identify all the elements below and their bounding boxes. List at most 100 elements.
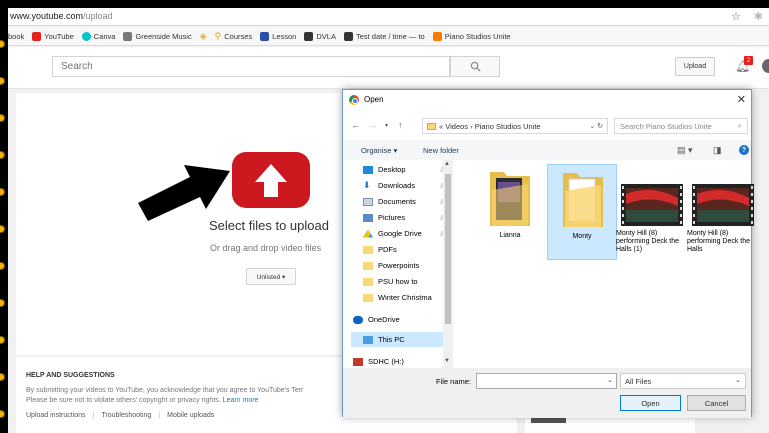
bookmark-label: book	[8, 31, 25, 41]
bookmark-test-date[interactable]: Test date / time — to	[343, 31, 425, 41]
url-host: www.youtube.com	[10, 11, 84, 21]
bookmark-piano-studios[interactable]: Piano Studios Unite	[432, 31, 511, 41]
chevron-down-icon[interactable]: ⌄	[607, 376, 613, 384]
learn-more-link[interactable]: Learn more	[223, 397, 259, 404]
address-bar[interactable]: www.youtube.com/upload ☆ ✱	[8, 8, 769, 26]
dvla-icon	[304, 31, 314, 41]
pc-icon	[363, 335, 373, 344]
chevron-down-icon: ⌄	[735, 377, 741, 384]
path-dropdown-icon[interactable]: ⌄ ↻	[589, 122, 603, 130]
organise-button[interactable]: Organise ▾	[361, 146, 397, 155]
youtube-header: Upload 🔔︎ 2	[8, 47, 769, 89]
browser-window: www.youtube.com/upload ☆ ✱ book YouTube …	[8, 8, 769, 433]
dvla-icon	[343, 31, 353, 41]
up-arrow-icon[interactable]: ↑	[398, 120, 403, 130]
file-name: Lianna	[499, 232, 521, 239]
tree-item-winter-christmas[interactable]: Winter Christma	[363, 290, 453, 305]
bookmark-label: Lesson	[272, 31, 297, 41]
mobile-uploads-link[interactable]: Mobile uploads	[167, 412, 214, 419]
view-options-icon[interactable]: ▤ ▾	[677, 145, 693, 156]
cancel-button[interactable]: Cancel	[687, 395, 746, 411]
tree-item-this-pc[interactable]: This PC	[351, 332, 451, 347]
new-folder-button[interactable]: New folder	[423, 146, 459, 155]
file-item-monty[interactable]: Monty	[547, 164, 617, 260]
folder-icon	[363, 277, 373, 286]
bookmark-label: Canva	[93, 31, 116, 41]
tree-item-onedrive[interactable]: OneDrive	[353, 312, 443, 327]
search-box[interactable]	[52, 56, 450, 77]
close-icon[interactable]: ✕	[737, 93, 746, 106]
tree-item-google-drive[interactable]: Google Drive📌︎	[363, 226, 453, 241]
tree-item-pdfs[interactable]: PDFs	[363, 242, 453, 257]
upload-button[interactable]: Upload	[675, 57, 715, 76]
google-drive-icon	[363, 229, 373, 238]
folder-icon	[563, 173, 603, 227]
drag-drop-text: Or drag and drop video files	[210, 243, 322, 253]
onedrive-icon	[353, 315, 363, 324]
document-icon	[363, 197, 373, 206]
troubleshooting-link[interactable]: Troubleshooting	[101, 412, 151, 419]
file-type-select[interactable]: All Files ⌄	[620, 373, 746, 389]
tree-item-powerpoints[interactable]: Powerpoints	[363, 258, 453, 273]
search-input[interactable]	[53, 57, 449, 76]
folder-icon	[490, 172, 530, 226]
bookmark-greenside[interactable]: Greenside Music	[123, 31, 192, 41]
youtube-icon	[32, 31, 42, 41]
tree-item-psu-how-to[interactable]: PSU how to	[363, 274, 453, 289]
dialog-search-placeholder: Search Piano Studios Unite	[620, 121, 712, 131]
back-arrow-icon[interactable]: ←	[351, 120, 360, 130]
separator: |	[158, 412, 161, 419]
file-name-label: File name:	[436, 377, 472, 386]
url-text[interactable]: www.youtube.com/upload	[10, 11, 113, 21]
path-bar[interactable]: « Videos › Piano Studios Unite ⌄ ↻	[422, 118, 608, 134]
tree-item-sdhc[interactable]: SDHC (H:)	[353, 354, 443, 369]
file-name: Monty Hill (8) performing Deck the Halls…	[616, 230, 680, 253]
search-button[interactable]	[450, 56, 500, 77]
video-thumbnail-icon	[621, 184, 683, 226]
scroll-thumb[interactable]	[445, 174, 451, 324]
bookmark-lesson[interactable]: Lesson	[260, 31, 297, 41]
upload-instructions-link[interactable]: Upload instructions	[26, 412, 86, 419]
tree-label: Documents	[378, 197, 416, 206]
bookmark-dvla[interactable]: DVLA	[304, 31, 336, 41]
tree-item-downloads[interactable]: ⬇Downloads📌︎	[363, 178, 453, 193]
bookmark-youtube[interactable]: YouTube	[32, 31, 74, 41]
lesson-icon	[260, 31, 270, 41]
open-button[interactable]: Open	[620, 395, 681, 411]
pointer-arrow-icon	[138, 165, 230, 221]
bookmark-courses[interactable]: ⚲ Courses	[215, 31, 253, 42]
tree-item-documents[interactable]: Documents📌︎	[363, 194, 453, 209]
sd-card-icon	[353, 357, 363, 366]
tree-scrollbar[interactable]: ▲ ▼	[443, 160, 453, 368]
scroll-down-icon[interactable]: ▼	[444, 358, 450, 364]
file-item-lianna[interactable]: Lianna	[475, 164, 545, 260]
tree-item-pictures[interactable]: Pictures📌︎	[363, 210, 453, 225]
file-name-input[interactable]: ⌄	[476, 373, 617, 389]
tree-item-desktop[interactable]: Desktop📌︎	[363, 162, 453, 177]
dialog-toolbar: Organise ▾ New folder ▤ ▾ ◨ ?	[343, 140, 751, 160]
privacy-dropdown[interactable]: Unlisted ▾	[246, 268, 296, 285]
bookmark-star-icon[interactable]: ☆	[731, 10, 741, 23]
bookmark-eye[interactable]: ◈	[200, 31, 207, 42]
dialog-footer: File name: ⌄ All Files ⌄ Open Cancel	[343, 368, 751, 418]
bookmark-0[interactable]: book	[8, 32, 24, 41]
file-item-video-2[interactable]: Monty Hill (8) performing Deck the Halls	[687, 164, 759, 260]
dialog-search-input[interactable]: Search Piano Studios Unite ⌕	[614, 118, 748, 134]
scroll-up-icon[interactable]: ▲	[444, 161, 450, 167]
notification-badge: 2	[744, 56, 753, 65]
folder-icon	[427, 122, 436, 130]
preview-pane-icon[interactable]: ◨	[713, 145, 722, 156]
avatar[interactable]	[762, 59, 769, 73]
help-icon[interactable]: ?	[739, 145, 749, 155]
forward-arrow-icon[interactable]: →	[368, 120, 377, 130]
bookmark-label: Courses	[224, 31, 253, 41]
bookmark-label: Piano Studios Unite	[444, 31, 511, 41]
file-item-video-1[interactable]: Monty Hill (8) performing Deck the Halls…	[616, 164, 688, 260]
help-text-line2: Please be sure not to violate others' co…	[26, 397, 223, 404]
upload-arrow-button[interactable]	[232, 152, 310, 208]
bookmark-canva[interactable]: Canva	[81, 31, 116, 41]
extension-icon[interactable]: ✱	[754, 10, 763, 23]
select-files-text[interactable]: Select files to upload	[209, 218, 329, 233]
desktop-icon	[363, 165, 373, 174]
recent-dropdown-icon[interactable]: ▾	[385, 122, 388, 129]
